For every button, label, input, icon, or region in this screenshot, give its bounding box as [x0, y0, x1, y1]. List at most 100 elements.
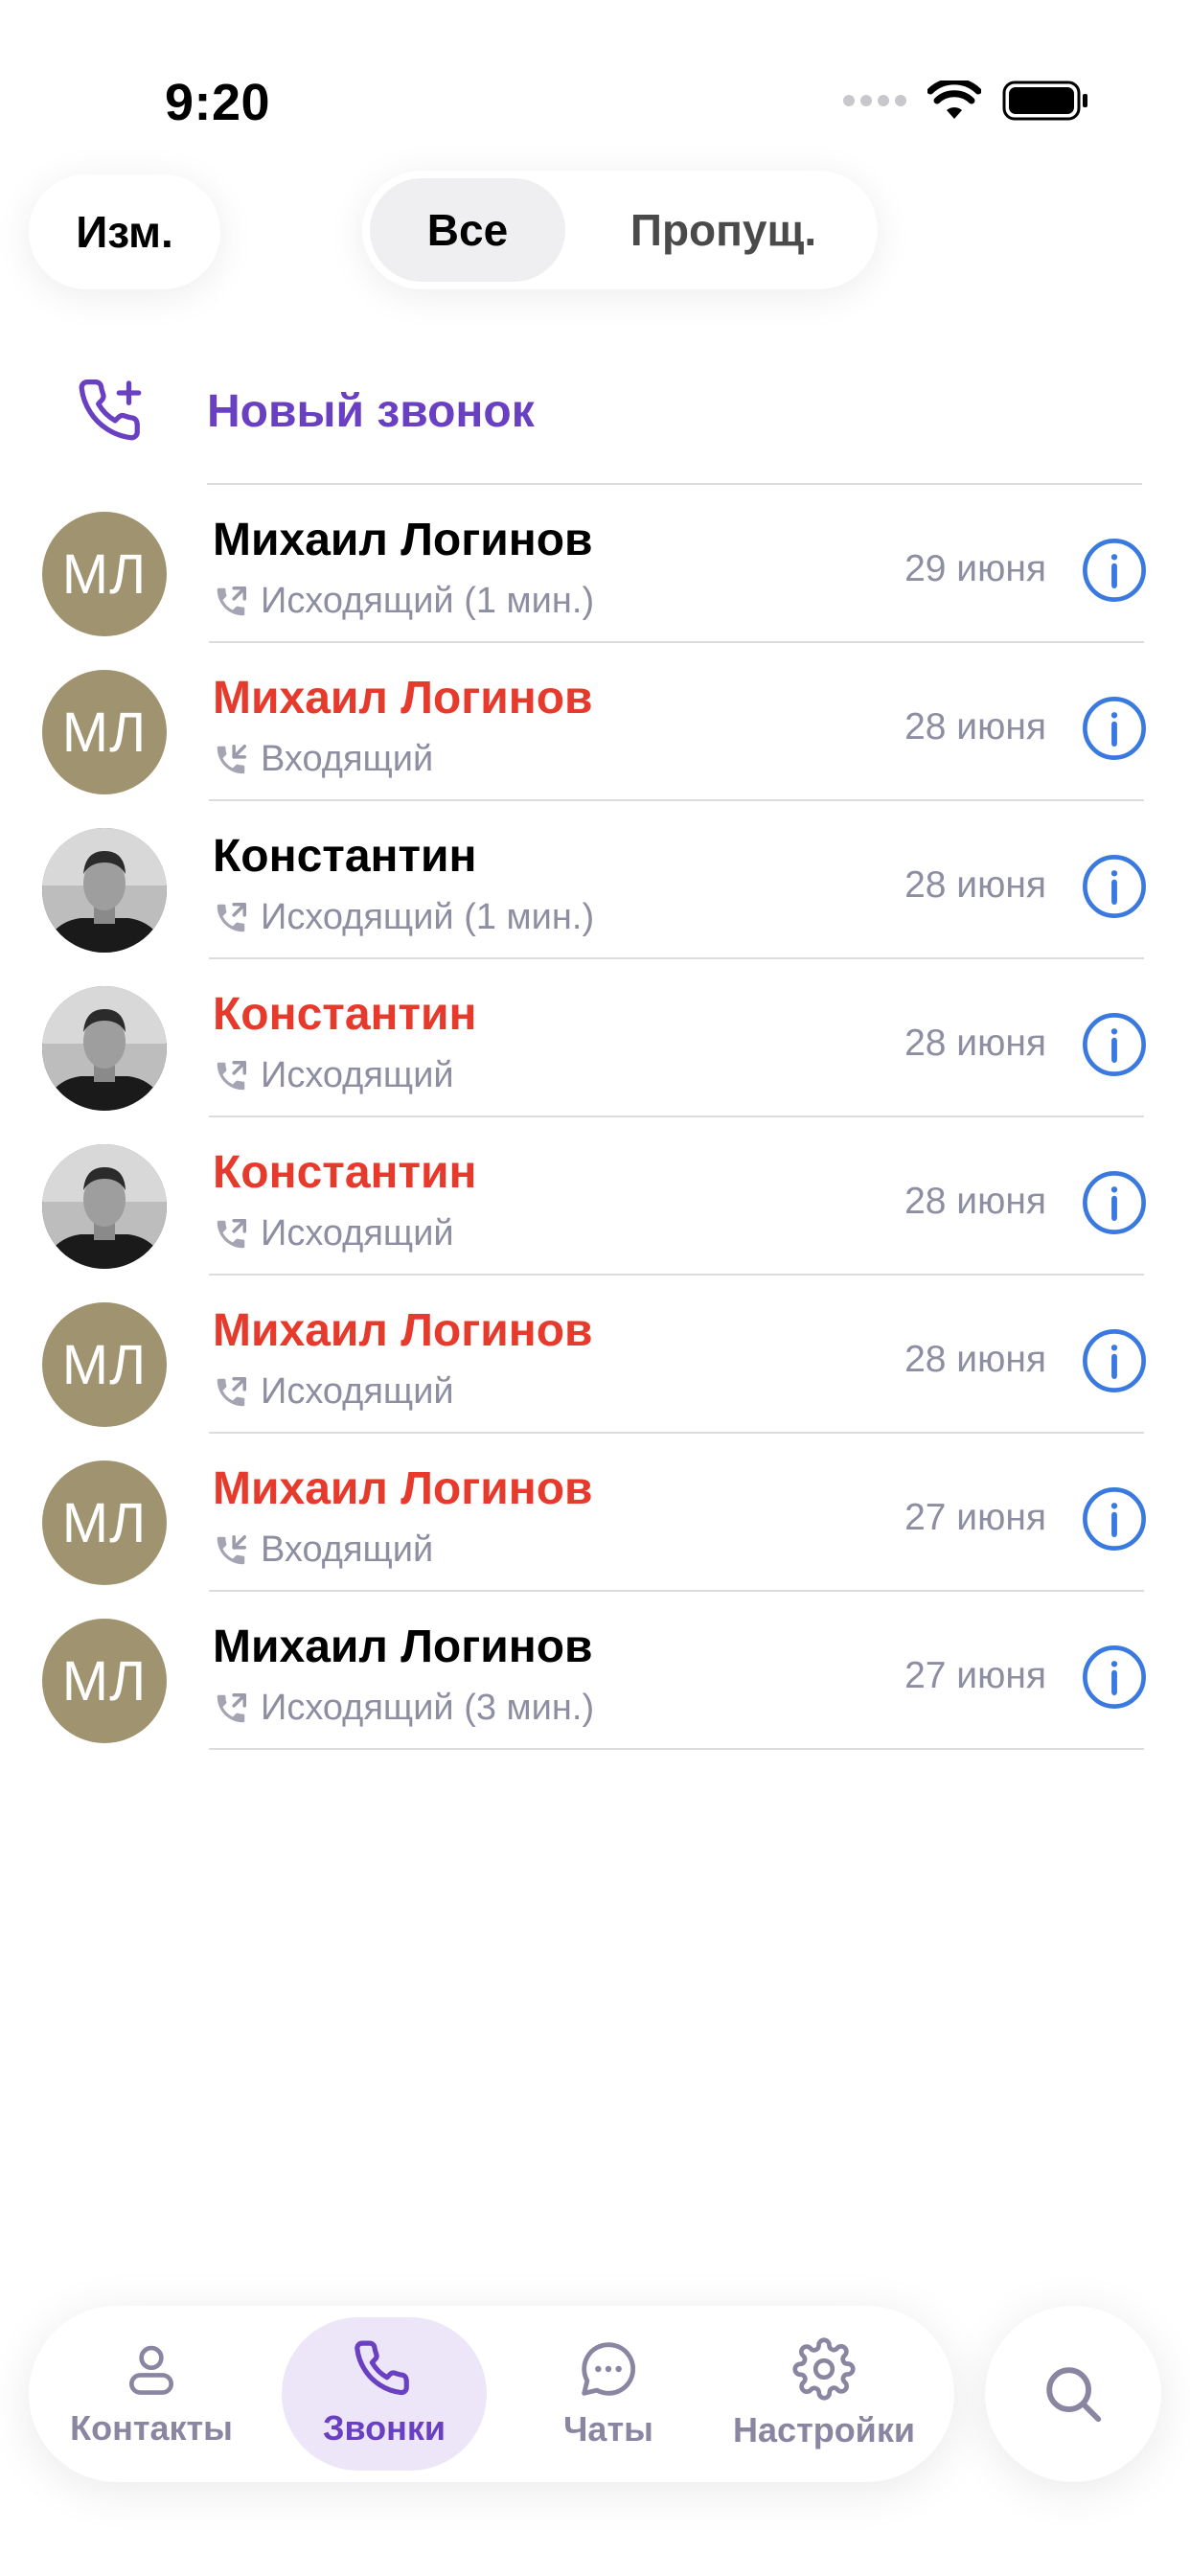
call-row[interactable]: МЛ Михаил Логинов Входящий 28 июня — [0, 643, 1190, 801]
tab-contacts[interactable]: Контакты — [57, 2306, 245, 2482]
contact-photo — [42, 986, 167, 1111]
avatar — [42, 986, 167, 1111]
segment-missed[interactable]: Пропущ. — [577, 178, 870, 282]
tab-label: Настройки — [733, 2410, 915, 2450]
person-icon — [129, 2345, 173, 2395]
tab-label: Звонки — [322, 2408, 446, 2448]
call-row[interactable]: Константин Исходящий (1 мин.) 28 июня — [0, 801, 1190, 959]
info-icon — [1083, 1013, 1146, 1076]
call-date: 28 июня — [904, 1023, 1046, 1064]
segment-all[interactable]: Все — [370, 178, 565, 282]
info-icon — [1083, 855, 1146, 918]
call-row[interactable]: МЛ Михаил Логинов Исходящий (3 мин.) 27 … — [0, 1592, 1190, 1750]
outgoing-call-icon — [217, 902, 246, 932]
outgoing-call-icon — [217, 586, 246, 615]
outgoing-call-icon — [217, 1376, 246, 1406]
call-type: Исходящий — [261, 1055, 454, 1095]
call-detail: Исходящий (1 мин.) — [213, 897, 594, 938]
call-type: Исходящий (1 мин.) — [261, 897, 595, 937]
contact-name: Константин — [213, 1147, 477, 1198]
contact-photo — [42, 828, 167, 953]
avatar: МЛ — [42, 1302, 167, 1427]
call-date: 27 июня — [904, 1497, 1046, 1538]
outgoing-call-icon — [217, 1692, 246, 1722]
call-type: Исходящий — [261, 1213, 454, 1254]
incoming-call-icon — [217, 744, 246, 773]
call-type: Входящий — [261, 739, 434, 779]
edit-button[interactable]: Изм. — [29, 174, 220, 289]
info-button[interactable] — [1081, 1327, 1148, 1394]
avatar: МЛ — [42, 670, 167, 794]
tab-label: Контакты — [70, 2408, 233, 2448]
info-icon — [1083, 1329, 1146, 1392]
info-button[interactable] — [1081, 1644, 1148, 1711]
call-type: Входящий — [261, 1530, 434, 1570]
tab-chats[interactable]: Чаты — [517, 2306, 699, 2482]
search-icon — [1046, 2367, 1102, 2423]
info-button[interactable] — [1081, 695, 1148, 762]
phone-icon — [355, 2340, 409, 2396]
call-date: 28 июня — [904, 1181, 1046, 1222]
gear-icon — [792, 2337, 856, 2401]
call-row[interactable]: Константин Исходящий 28 июня — [0, 1117, 1190, 1276]
info-button[interactable] — [1081, 537, 1148, 604]
tab-calls[interactable]: Звонки — [282, 2306, 487, 2482]
info-button[interactable] — [1081, 1485, 1148, 1552]
status-icons — [843, 80, 1088, 121]
contact-name: Константин — [213, 989, 477, 1040]
call-date: 28 июня — [904, 706, 1046, 748]
contact-name: Михаил Логинов — [213, 1463, 593, 1514]
tab-bar: Контакты Звонки Чаты Настройки — [29, 2306, 954, 2482]
call-detail: Исходящий (1 мин.) — [213, 581, 594, 622]
call-detail: Исходящий — [213, 1055, 454, 1096]
battery-icon — [1002, 80, 1087, 121]
call-list: МЛ Михаил Логинов Исходящий (1 мин.) 29 … — [0, 485, 1190, 1750]
call-date: 28 июня — [904, 1339, 1046, 1380]
contact-photo — [42, 1144, 167, 1269]
search-button[interactable] — [985, 2306, 1161, 2482]
info-button[interactable] — [1081, 853, 1148, 920]
new-call-row[interactable]: Новый звонок — [0, 355, 1190, 479]
call-detail: Исходящий — [213, 1371, 454, 1413]
divider — [209, 1748, 1144, 1750]
outgoing-call-icon — [217, 1060, 246, 1090]
info-button[interactable] — [1081, 1169, 1148, 1236]
call-row[interactable]: МЛ Михаил Логинов Исходящий 28 июня — [0, 1276, 1190, 1434]
call-type: Исходящий (3 мин.) — [261, 1688, 595, 1728]
info-button[interactable] — [1081, 1011, 1148, 1078]
info-icon — [1083, 539, 1146, 602]
contact-name: Михаил Логинов — [213, 515, 593, 565]
call-date: 28 июня — [904, 864, 1046, 906]
call-date: 29 июня — [904, 548, 1046, 589]
incoming-call-icon — [217, 1534, 246, 1564]
new-call-label: Новый звонок — [207, 386, 535, 437]
contact-name: Михаил Логинов — [213, 1305, 593, 1356]
call-row[interactable]: МЛ Михаил Логинов Входящий 27 июня — [0, 1434, 1190, 1592]
call-date: 27 июня — [904, 1655, 1046, 1696]
contact-name: Михаил Логинов — [213, 1622, 593, 1672]
call-detail: Входящий — [213, 1530, 433, 1571]
outgoing-call-icon — [217, 1218, 246, 1248]
chat-bubble-icon — [582, 2342, 636, 2396]
tab-settings[interactable]: Настройки — [717, 2306, 931, 2482]
phone-plus-icon — [79, 380, 142, 441]
call-row[interactable]: МЛ Михаил Логинов Исходящий (1 мин.) 29 … — [0, 485, 1190, 643]
call-detail: Входящий — [213, 739, 433, 780]
tab-label: Чаты — [563, 2409, 653, 2449]
contact-name: Михаил Логинов — [213, 673, 593, 724]
call-row[interactable]: Константин Исходящий 28 июня — [0, 959, 1190, 1117]
status-time: 9:20 — [165, 74, 271, 131]
call-filter-segment: Все Пропущ. — [362, 171, 878, 289]
call-detail: Исходящий — [213, 1213, 454, 1254]
call-type: Исходящий — [261, 1371, 454, 1412]
avatar — [42, 1144, 167, 1269]
info-icon — [1083, 1645, 1146, 1709]
info-icon — [1083, 1487, 1146, 1551]
call-detail: Исходящий (3 мин.) — [213, 1688, 594, 1729]
avatar: МЛ — [42, 1619, 167, 1743]
info-icon — [1083, 1171, 1146, 1234]
cellular-signal-icon — [843, 95, 906, 106]
info-icon — [1083, 697, 1146, 760]
contact-name: Константин — [213, 831, 477, 882]
call-type: Исходящий (1 мин.) — [261, 581, 595, 621]
